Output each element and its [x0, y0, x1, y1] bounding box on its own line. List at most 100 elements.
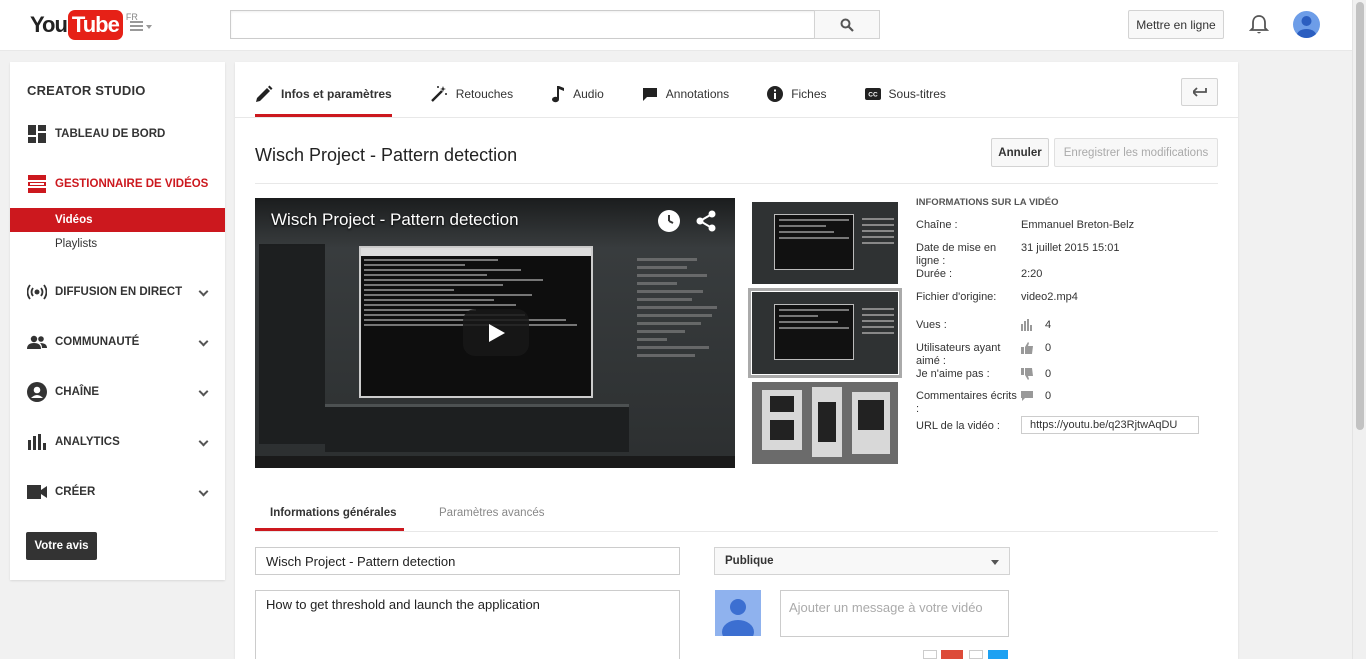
video-url-field[interactable]: https://youtu.be/q23RjtwAqDU: [1021, 416, 1199, 434]
sidebar-item-dashboard[interactable]: TABLEAU DE BORD: [10, 114, 225, 154]
guide-menu-button[interactable]: [130, 18, 154, 34]
chevron-down-icon[interactable]: [198, 386, 209, 397]
logo-you-text: You: [30, 12, 68, 37]
tab-label: Retouches: [455, 86, 514, 101]
logo-tube-text: Tube: [67, 10, 123, 40]
sidebar-item-label: COMMUNAUTÉ: [55, 336, 140, 348]
subtab-general-info[interactable]: Informations générales: [270, 507, 397, 519]
play-button[interactable]: [463, 309, 529, 356]
tab-cards[interactable]: Fiches: [767, 62, 827, 117]
sidebar-item-live[interactable]: DIFFUSION EN DIRECT: [10, 272, 225, 312]
music-note-icon: [551, 85, 565, 103]
share-checkbox[interactable]: [923, 650, 937, 659]
google-plus-icon[interactable]: [941, 650, 963, 659]
tab-annotations[interactable]: Annotations: [642, 62, 729, 117]
pencil-icon: [255, 85, 273, 103]
channel-value: Emmanuel Breton-Belz: [1021, 219, 1135, 231]
divider: [255, 183, 1218, 184]
description-textarea[interactable]: How to get threshold and launch the appl…: [255, 590, 680, 659]
user-avatar: [715, 590, 761, 636]
subtab-advanced-settings[interactable]: Paramètres avancés: [439, 507, 544, 519]
tabs-divider: [235, 117, 1238, 118]
share-icon[interactable]: [695, 210, 717, 232]
community-icon: [27, 332, 47, 352]
player-title[interactable]: Wisch Project - Pattern detection: [271, 210, 519, 230]
tab-label: Sous-titres: [888, 86, 946, 101]
comment-icon: [1021, 391, 1033, 401]
save-changes-button[interactable]: Enregistrer les modifications: [1054, 138, 1218, 167]
sidebar-item-create[interactable]: CRÉER: [10, 472, 225, 512]
dashboard-icon: [27, 124, 47, 144]
watch-later-icon[interactable]: [658, 210, 680, 232]
tab-subtitles[interactable]: CC Sous-titres: [864, 62, 946, 117]
info-circle-icon: [767, 85, 784, 102]
upload-date-label: Date de mise en ligne :: [916, 242, 997, 267]
sidebar-item-analytics[interactable]: ANALYTICS: [10, 422, 225, 462]
editor-tabs: Infos et paramètres Retouches Audio Anno…: [255, 62, 984, 117]
tab-enhancements[interactable]: Retouches: [430, 62, 513, 117]
account-avatar[interactable]: [1293, 11, 1320, 38]
thumbs-down-icon: [1021, 368, 1033, 380]
twitter-icon[interactable]: [988, 650, 1008, 659]
thumbs-up-icon: [1021, 342, 1033, 354]
views-bars-icon: [1021, 319, 1032, 331]
sidebar-item-channel[interactable]: CHAÎNE: [10, 372, 225, 412]
channel-label: Chaîne :: [916, 219, 958, 231]
notifications-bell-icon[interactable]: [1248, 14, 1270, 36]
thumbnail-option-1[interactable]: [752, 202, 898, 284]
chevron-down-icon[interactable]: [198, 286, 209, 297]
top-bar: You Tube FR Mettre en ligne: [0, 0, 1352, 51]
dropdown-arrow-icon: [991, 560, 999, 565]
live-broadcast-icon: [27, 282, 47, 302]
sidebar-item-label: CHAÎNE: [55, 386, 100, 398]
creator-studio-sidebar: CREATOR STUDIO TABLEAU DE BORD GESTIONNA…: [10, 62, 225, 580]
caret-down-icon: [146, 25, 152, 29]
chevron-down-icon[interactable]: [198, 486, 209, 497]
back-arrow-icon: [1192, 87, 1207, 97]
sidebar-title: CREATOR STUDIO: [27, 83, 146, 98]
analytics-bars-icon: [27, 432, 47, 452]
share-message-input[interactable]: Ajouter un message à votre vidéo: [780, 590, 1009, 637]
chevron-down-icon[interactable]: [198, 336, 209, 347]
video-title-heading: Wisch Project - Pattern detection: [255, 145, 518, 165]
source-file-label: Fichier d'origine:: [916, 291, 997, 303]
privacy-select[interactable]: Publique: [714, 547, 1010, 575]
upload-button[interactable]: Mettre en ligne: [1128, 10, 1224, 39]
scrollbar-thumb[interactable]: [1356, 2, 1364, 430]
closed-captions-icon: CC: [864, 87, 881, 100]
search-input[interactable]: [230, 10, 815, 39]
video-url-label: URL de la vidéo :: [916, 420, 1000, 432]
source-file-value: video2.mp4: [1021, 291, 1078, 303]
thumbnail-option-2-selected[interactable]: [748, 288, 902, 378]
upload-date-value: 31 juillet 2015 15:01: [1021, 242, 1120, 254]
title-input[interactable]: Wisch Project - Pattern detection: [255, 547, 680, 575]
youtube-logo[interactable]: You Tube FR: [30, 10, 138, 40]
sidebar-item-label: DIFFUSION EN DIRECT: [55, 286, 183, 298]
duration-label: Durée :: [916, 268, 953, 280]
sidebar-subitem-videos[interactable]: Vidéos: [10, 208, 225, 232]
sidebar-item-community[interactable]: COMMUNAUTÉ: [10, 322, 225, 362]
back-button[interactable]: [1181, 78, 1218, 106]
likes-value: 0: [1045, 342, 1052, 354]
sidebar-item-video-manager[interactable]: GESTIONNAIRE DE VIDÉOS: [10, 164, 225, 204]
svg-text:CC: CC: [868, 91, 878, 98]
likes-label: Utilisateurs ayant aimé :: [916, 342, 1001, 367]
video-manager-icon: [27, 174, 47, 194]
share-checkbox[interactable]: [969, 650, 983, 659]
duration-value: 2:20: [1021, 268, 1043, 280]
search-button[interactable]: [814, 10, 880, 39]
privacy-value: Publique: [725, 555, 774, 567]
hamburger-icon: [130, 21, 143, 33]
feedback-button[interactable]: Votre avis: [26, 532, 97, 560]
cancel-button[interactable]: Annuler: [991, 138, 1049, 167]
sidebar-subitem-playlists[interactable]: Playlists: [10, 232, 225, 256]
thumbnail-option-3[interactable]: [752, 382, 898, 464]
chevron-down-icon[interactable]: [198, 436, 209, 447]
tab-audio[interactable]: Audio: [551, 62, 604, 117]
video-player[interactable]: Wisch Project - Pattern detection: [255, 198, 735, 468]
sidebar-item-label: CRÉER: [55, 486, 96, 498]
video-info-heading: INFORMATIONS SUR LA VIDÉO: [916, 197, 1059, 208]
tab-label: Audio: [573, 86, 604, 101]
tab-info-settings[interactable]: Infos et paramètres: [255, 62, 392, 117]
page-scrollbar[interactable]: [1352, 0, 1366, 659]
